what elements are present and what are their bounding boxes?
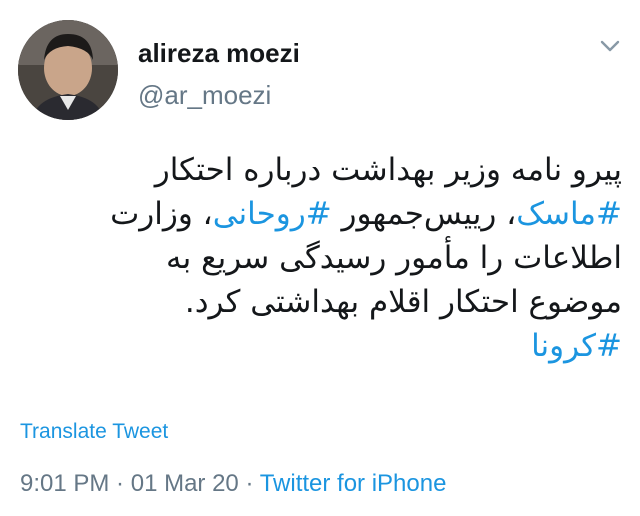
- separator: ·: [238, 470, 260, 497]
- avatar[interactable]: [18, 20, 118, 120]
- separator: ·: [109, 470, 131, 497]
- tweet-text: پیرو نامه وزیر بهداشت درباره احتکار #ماس…: [18, 148, 622, 368]
- tweet-source-link[interactable]: Twitter for iPhone: [260, 470, 447, 497]
- hashtag-link[interactable]: #کرونا: [531, 328, 622, 364]
- tweet-line: #ماسک، رییس‌جمهور #روحانی، وزارت: [18, 192, 622, 236]
- tweet-header: alireza moezi @ar_moezi: [0, 0, 640, 130]
- tweet-line: موضوع احتکار اقلام بهداشتی کرد.: [184, 284, 622, 320]
- user-handle[interactable]: @ar_moezi: [138, 80, 271, 111]
- translate-tweet-link[interactable]: Translate Tweet: [20, 420, 168, 444]
- tweet-time[interactable]: 9:01 PM: [20, 470, 109, 497]
- tweet-meta: 9:01 PM · 01 Mar 20 · Twitter for iPhone: [20, 470, 446, 498]
- avatar-image: [18, 20, 118, 120]
- hashtag-link[interactable]: #روحانی: [213, 196, 332, 232]
- tweet-line: اطلاعات را مأمور رسیدگی سریع به: [165, 240, 622, 276]
- hashtag-link[interactable]: #ماسک: [516, 196, 622, 232]
- display-name[interactable]: alireza moezi: [138, 38, 300, 69]
- tweet-line: پیرو نامه وزیر بهداشت درباره احتکار: [154, 152, 622, 188]
- tweet-text-fragment: ، وزارت: [110, 196, 213, 232]
- chevron-down-icon[interactable]: [598, 34, 622, 58]
- tweet-date[interactable]: 01 Mar 20: [131, 470, 239, 497]
- tweet-line: #کرونا: [18, 324, 622, 368]
- tweet-text-fragment: ، رییس‌جمهور: [331, 196, 517, 232]
- tweet-card: alireza moezi @ar_moezi پیرو نامه وزیر ب…: [0, 0, 640, 516]
